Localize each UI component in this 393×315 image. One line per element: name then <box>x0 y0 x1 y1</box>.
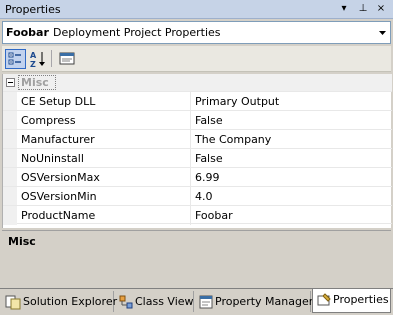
solution-explorer-icon <box>5 295 21 310</box>
chevron-down-icon <box>379 31 386 35</box>
tab-properties[interactable]: Properties <box>312 289 391 313</box>
tab-label: Class View <box>135 295 194 308</box>
property-name: Manufacturer <box>21 133 95 146</box>
column-divider <box>190 130 191 149</box>
property-name: CE Setup DLL <box>21 95 96 108</box>
column-divider <box>190 111 191 130</box>
property-name: ProductName <box>21 209 96 222</box>
properties-toolbar: A Z <box>2 46 391 72</box>
property-name: Compress <box>21 114 76 127</box>
categorized-button[interactable] <box>5 49 26 69</box>
property-value[interactable]: False <box>195 152 223 165</box>
property-name: OSVersionMin <box>21 190 97 203</box>
column-divider <box>190 206 191 225</box>
tab-solution-explorer[interactable]: Solution Explorer <box>2 291 118 312</box>
property-row[interactable]: CE Setup DLL Primary Output <box>3 91 392 111</box>
property-row[interactable]: Compress False <box>3 110 392 130</box>
column-divider <box>190 168 191 187</box>
collapse-icon[interactable] <box>6 78 15 87</box>
column-divider <box>190 149 191 168</box>
tab-label: Solution Explorer <box>23 295 118 308</box>
property-value[interactable]: Foobar <box>195 209 233 222</box>
row-margin <box>3 206 17 225</box>
description-title: Misc <box>8 235 36 248</box>
row-margin <box>3 111 17 130</box>
class-view-icon <box>119 295 133 309</box>
tool-window-tabs: Solution Explorer Class View Property Ma… <box>0 288 393 315</box>
tab-label: Properties <box>333 293 389 306</box>
window-title: Properties <box>5 3 61 16</box>
description-pane: Misc <box>2 230 391 286</box>
categorized-icon <box>8 52 21 65</box>
object-name: Foobar <box>6 26 49 39</box>
property-value[interactable]: 6.99 <box>195 171 220 184</box>
row-margin <box>3 187 17 206</box>
category-label: Misc <box>21 76 49 89</box>
window-position-button[interactable]: ▾ <box>337 2 351 16</box>
close-button[interactable]: × <box>374 2 388 16</box>
alphabetical-button[interactable]: A Z <box>28 49 49 69</box>
property-pages-button[interactable] <box>57 49 78 69</box>
property-manager-icon <box>199 295 213 309</box>
property-pages-icon <box>59 52 75 65</box>
tab-label: Property Manager <box>215 295 314 308</box>
row-margin <box>3 168 17 187</box>
property-row[interactable]: ProductName Foobar <box>3 205 392 225</box>
row-margin <box>3 130 17 149</box>
property-value[interactable]: False <box>195 114 223 127</box>
tab-class-view[interactable]: Class View <box>115 291 194 312</box>
toolbar-separator <box>51 50 52 67</box>
category-row-misc[interactable]: Misc <box>3 74 392 91</box>
property-row[interactable]: OSVersionMax 6.99 <box>3 167 392 187</box>
column-divider <box>190 187 191 206</box>
svg-text:A: A <box>30 51 37 60</box>
property-value[interactable]: 4.0 <box>195 190 213 203</box>
window-titlebar: Properties ▾ ⊥ × <box>0 0 393 19</box>
property-grid: Misc CE Setup DLL Primary Output Compres… <box>2 74 392 228</box>
property-row[interactable]: NoUninstall False <box>3 148 392 168</box>
row-margin <box>3 92 17 111</box>
tab-property-manager[interactable]: Property Manager <box>195 291 314 312</box>
svg-text:Z: Z <box>30 60 36 69</box>
auto-hide-pin-button[interactable]: ⊥ <box>356 2 370 16</box>
object-selector-dropdown[interactable]: Foobar Deployment Project Properties <box>2 21 391 44</box>
row-margin <box>3 149 17 168</box>
object-type: Deployment Project Properties <box>53 26 221 39</box>
property-row[interactable]: Manufacturer The Company <box>3 129 392 149</box>
properties-icon <box>317 293 331 306</box>
alphabetical-icon: A Z <box>30 51 45 69</box>
property-value[interactable]: The Company <box>195 133 271 146</box>
column-divider <box>190 92 191 111</box>
property-name: NoUninstall <box>21 152 84 165</box>
property-row[interactable]: OSVersionMin 4.0 <box>3 186 392 206</box>
property-value[interactable]: Primary Output <box>195 95 279 108</box>
property-name: OSVersionMax <box>21 171 100 184</box>
